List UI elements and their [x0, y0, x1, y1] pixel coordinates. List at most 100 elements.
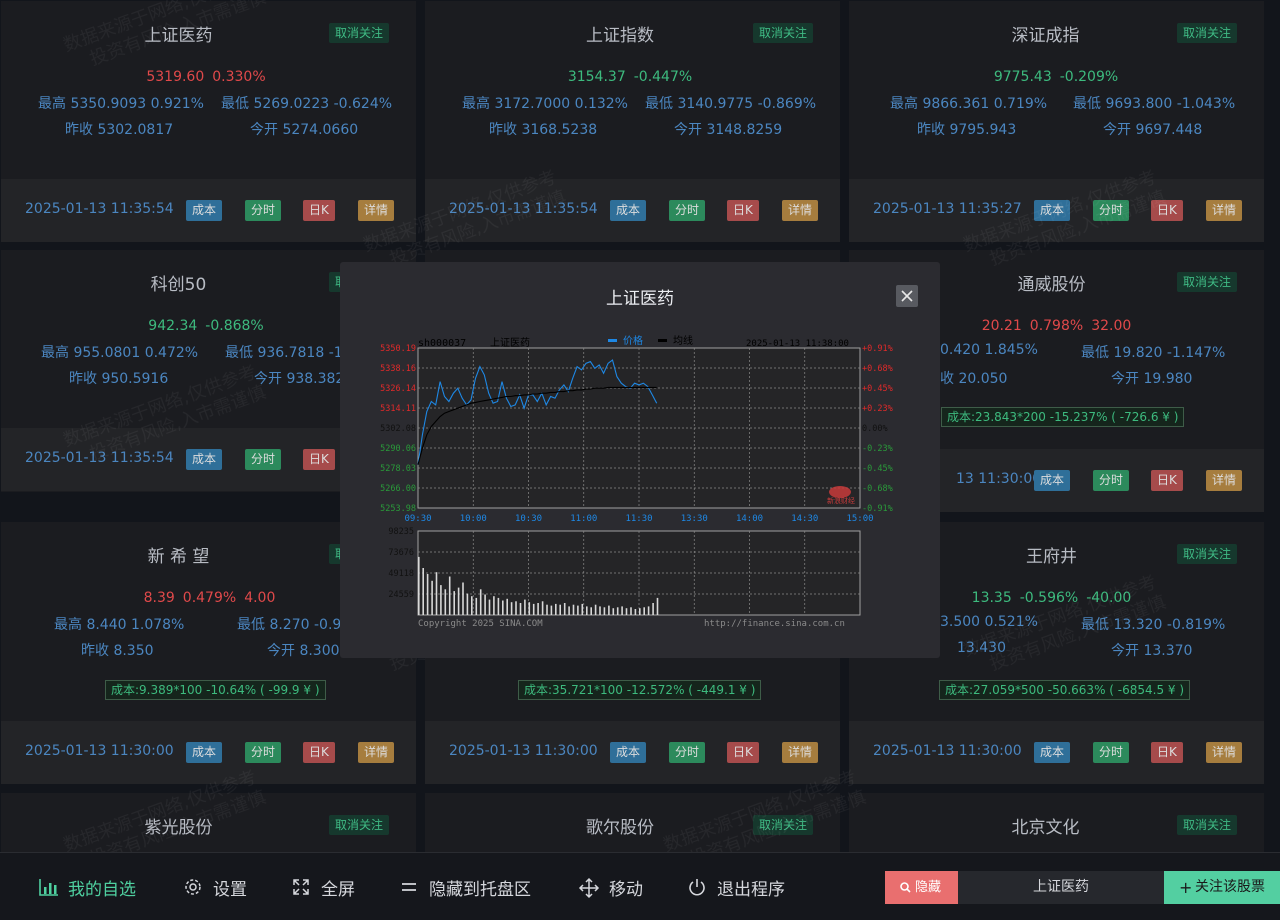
hide-button[interactable]: 隐藏 [885, 871, 958, 904]
minute-chart-button[interactable]: 分时 [1093, 470, 1130, 491]
detail-button[interactable]: 详情 [1206, 742, 1243, 763]
price: 942.34 [148, 318, 198, 334]
detail-button[interactable]: 详情 [358, 200, 395, 221]
cost-info: 成本:9.389*100 -10.64% ( -99.9 ¥ ) [105, 680, 326, 700]
y-tick-label: 5338.16 [380, 364, 416, 374]
volume-bar [590, 607, 592, 615]
cost-button[interactable]: 成本 [610, 200, 647, 221]
daily-k-button[interactable]: 日K [303, 449, 335, 470]
minute-chart-button[interactable]: 分时 [1093, 200, 1130, 221]
low-price: 最低 8.270 -0.95 [237, 617, 351, 633]
minute-chart-button[interactable]: 分时 [1093, 742, 1130, 763]
y-tick-label: 5314.11 [380, 404, 416, 414]
stock-name: 新 希 望 [147, 547, 210, 567]
y-tick-label-right: 0.00% [862, 424, 888, 434]
unfollow-button[interactable]: 取消关注 [328, 815, 389, 835]
volume-bar [497, 597, 500, 615]
volume-bar [581, 603, 584, 615]
high-price: 最高 9866.361 0.719% [890, 96, 1048, 112]
y-tick-label: 5290.06 [380, 444, 416, 454]
minute-chart-button[interactable]: 分时 [245, 449, 282, 470]
y-tick-label-right: -0.45% [862, 464, 893, 474]
daily-k-button[interactable]: 日K [1151, 470, 1183, 491]
cost-button[interactable]: 成本 [186, 449, 223, 470]
volume-bar [510, 602, 513, 615]
volume-tick-label: 24559 [388, 590, 414, 600]
volume-bar [502, 600, 504, 615]
detail-button[interactable]: 详情 [1206, 200, 1243, 221]
position-profit: -40.00 [1086, 590, 1132, 606]
daily-k-button[interactable]: 日K [1151, 200, 1183, 221]
close-button[interactable] [896, 285, 918, 307]
cost-info: 成本:23.843*200 -15.237% ( -726.6 ¥ ) [941, 407, 1185, 427]
x-tick-label: 10:00 [460, 514, 487, 524]
change-percent: 0.798% [1029, 318, 1084, 334]
volume-bar [608, 605, 610, 615]
daily-k-button[interactable]: 日K [303, 742, 335, 763]
volume-bar [612, 608, 615, 615]
open-price: 今开 938.382 [254, 371, 345, 387]
detail-button[interactable]: 详情 [782, 742, 819, 763]
cost-button[interactable]: 成本 [1034, 742, 1071, 763]
detail-button[interactable]: 详情 [1206, 470, 1243, 491]
cost-button[interactable]: 成本 [186, 200, 223, 221]
move-icon [578, 877, 600, 899]
stock-card: 歌尔股份 取消关注 [425, 793, 840, 852]
cost-button[interactable]: 成本 [1034, 200, 1071, 221]
high-price: 最高 5350.9093 0.921% [38, 96, 204, 112]
volume-bar [586, 606, 588, 615]
high-price: 最高 8.440 1.078% [54, 617, 185, 633]
minute-chart-dialog: 上证医药 sh000037 上证医药 价格 均线 2025-01-13 11:3… [340, 262, 940, 658]
update-time: 2025-01-13 11:30:00 [25, 743, 174, 759]
prev-close: 昨收 3168.5238 [489, 122, 598, 138]
volume-bar [577, 605, 579, 615]
daily-k-button[interactable]: 日K [1151, 742, 1183, 763]
cost-button[interactable]: 成本 [186, 742, 223, 763]
volume-bar [621, 606, 623, 615]
minute-chart-button[interactable]: 分时 [245, 200, 282, 221]
nav-label: 隐藏到托盘区 [429, 880, 531, 900]
cost-button[interactable]: 成本 [1034, 470, 1071, 491]
y-tick-label: 5326.14 [380, 384, 416, 394]
hide-label: 隐藏 [915, 880, 942, 895]
unfollow-button[interactable]: 取消关注 [1176, 272, 1237, 292]
volume-bar [634, 609, 637, 615]
open-price: 今开 3148.8259 [674, 122, 783, 138]
daily-k-button[interactable]: 日K [727, 200, 759, 221]
minute-chart-button[interactable]: 分时 [245, 742, 282, 763]
x-tick-label: 10:30 [515, 514, 542, 524]
volume-bar [475, 597, 478, 615]
stock-search-input[interactable] [958, 871, 1164, 904]
nav-label: 退出程序 [717, 880, 785, 900]
unfollow-button[interactable]: 取消关注 [752, 815, 813, 835]
unfollow-button[interactable]: 取消关注 [1176, 544, 1237, 564]
volume-bar [652, 603, 654, 615]
low-price: 最低 13.320 -0.819% [1081, 617, 1226, 633]
unfollow-button[interactable]: 取消关注 [1176, 815, 1237, 835]
change-percent: -0.209% [1059, 69, 1119, 85]
detail-button[interactable]: 详情 [782, 200, 819, 221]
stock-name: 上证医药 [144, 26, 213, 46]
volume-bar [506, 598, 508, 615]
daily-k-button[interactable]: 日K [303, 200, 335, 221]
stock-card: 上证医药 取消关注 5319.60 0.330% 最高 5350.9093 0.9… [1, 1, 416, 242]
volume-bar [546, 604, 548, 615]
follow-stock-button[interactable]: + 关注该股票 [1164, 871, 1280, 904]
volume-bar [532, 603, 535, 615]
minute-chart-button[interactable]: 分时 [669, 742, 706, 763]
detail-button[interactable]: 详情 [358, 742, 395, 763]
daily-k-button[interactable]: 日K [727, 742, 759, 763]
unfollow-button[interactable]: 取消关注 [328, 23, 389, 43]
open-price: 今开 9697.448 [1103, 122, 1203, 138]
volume-bar [484, 594, 486, 615]
volume-bar [550, 605, 553, 615]
change-percent: 0.479% [182, 590, 237, 606]
minute-chart-button[interactable]: 分时 [669, 200, 706, 221]
unfollow-button[interactable]: 取消关注 [752, 23, 813, 43]
cost-button[interactable]: 成本 [610, 742, 647, 763]
y-tick-label: 5266.00 [380, 484, 416, 494]
price: 3154.37 [567, 69, 626, 85]
volume-bar [524, 599, 526, 615]
open-price: 今开 19.980 [1111, 371, 1193, 387]
unfollow-button[interactable]: 取消关注 [1176, 23, 1237, 43]
